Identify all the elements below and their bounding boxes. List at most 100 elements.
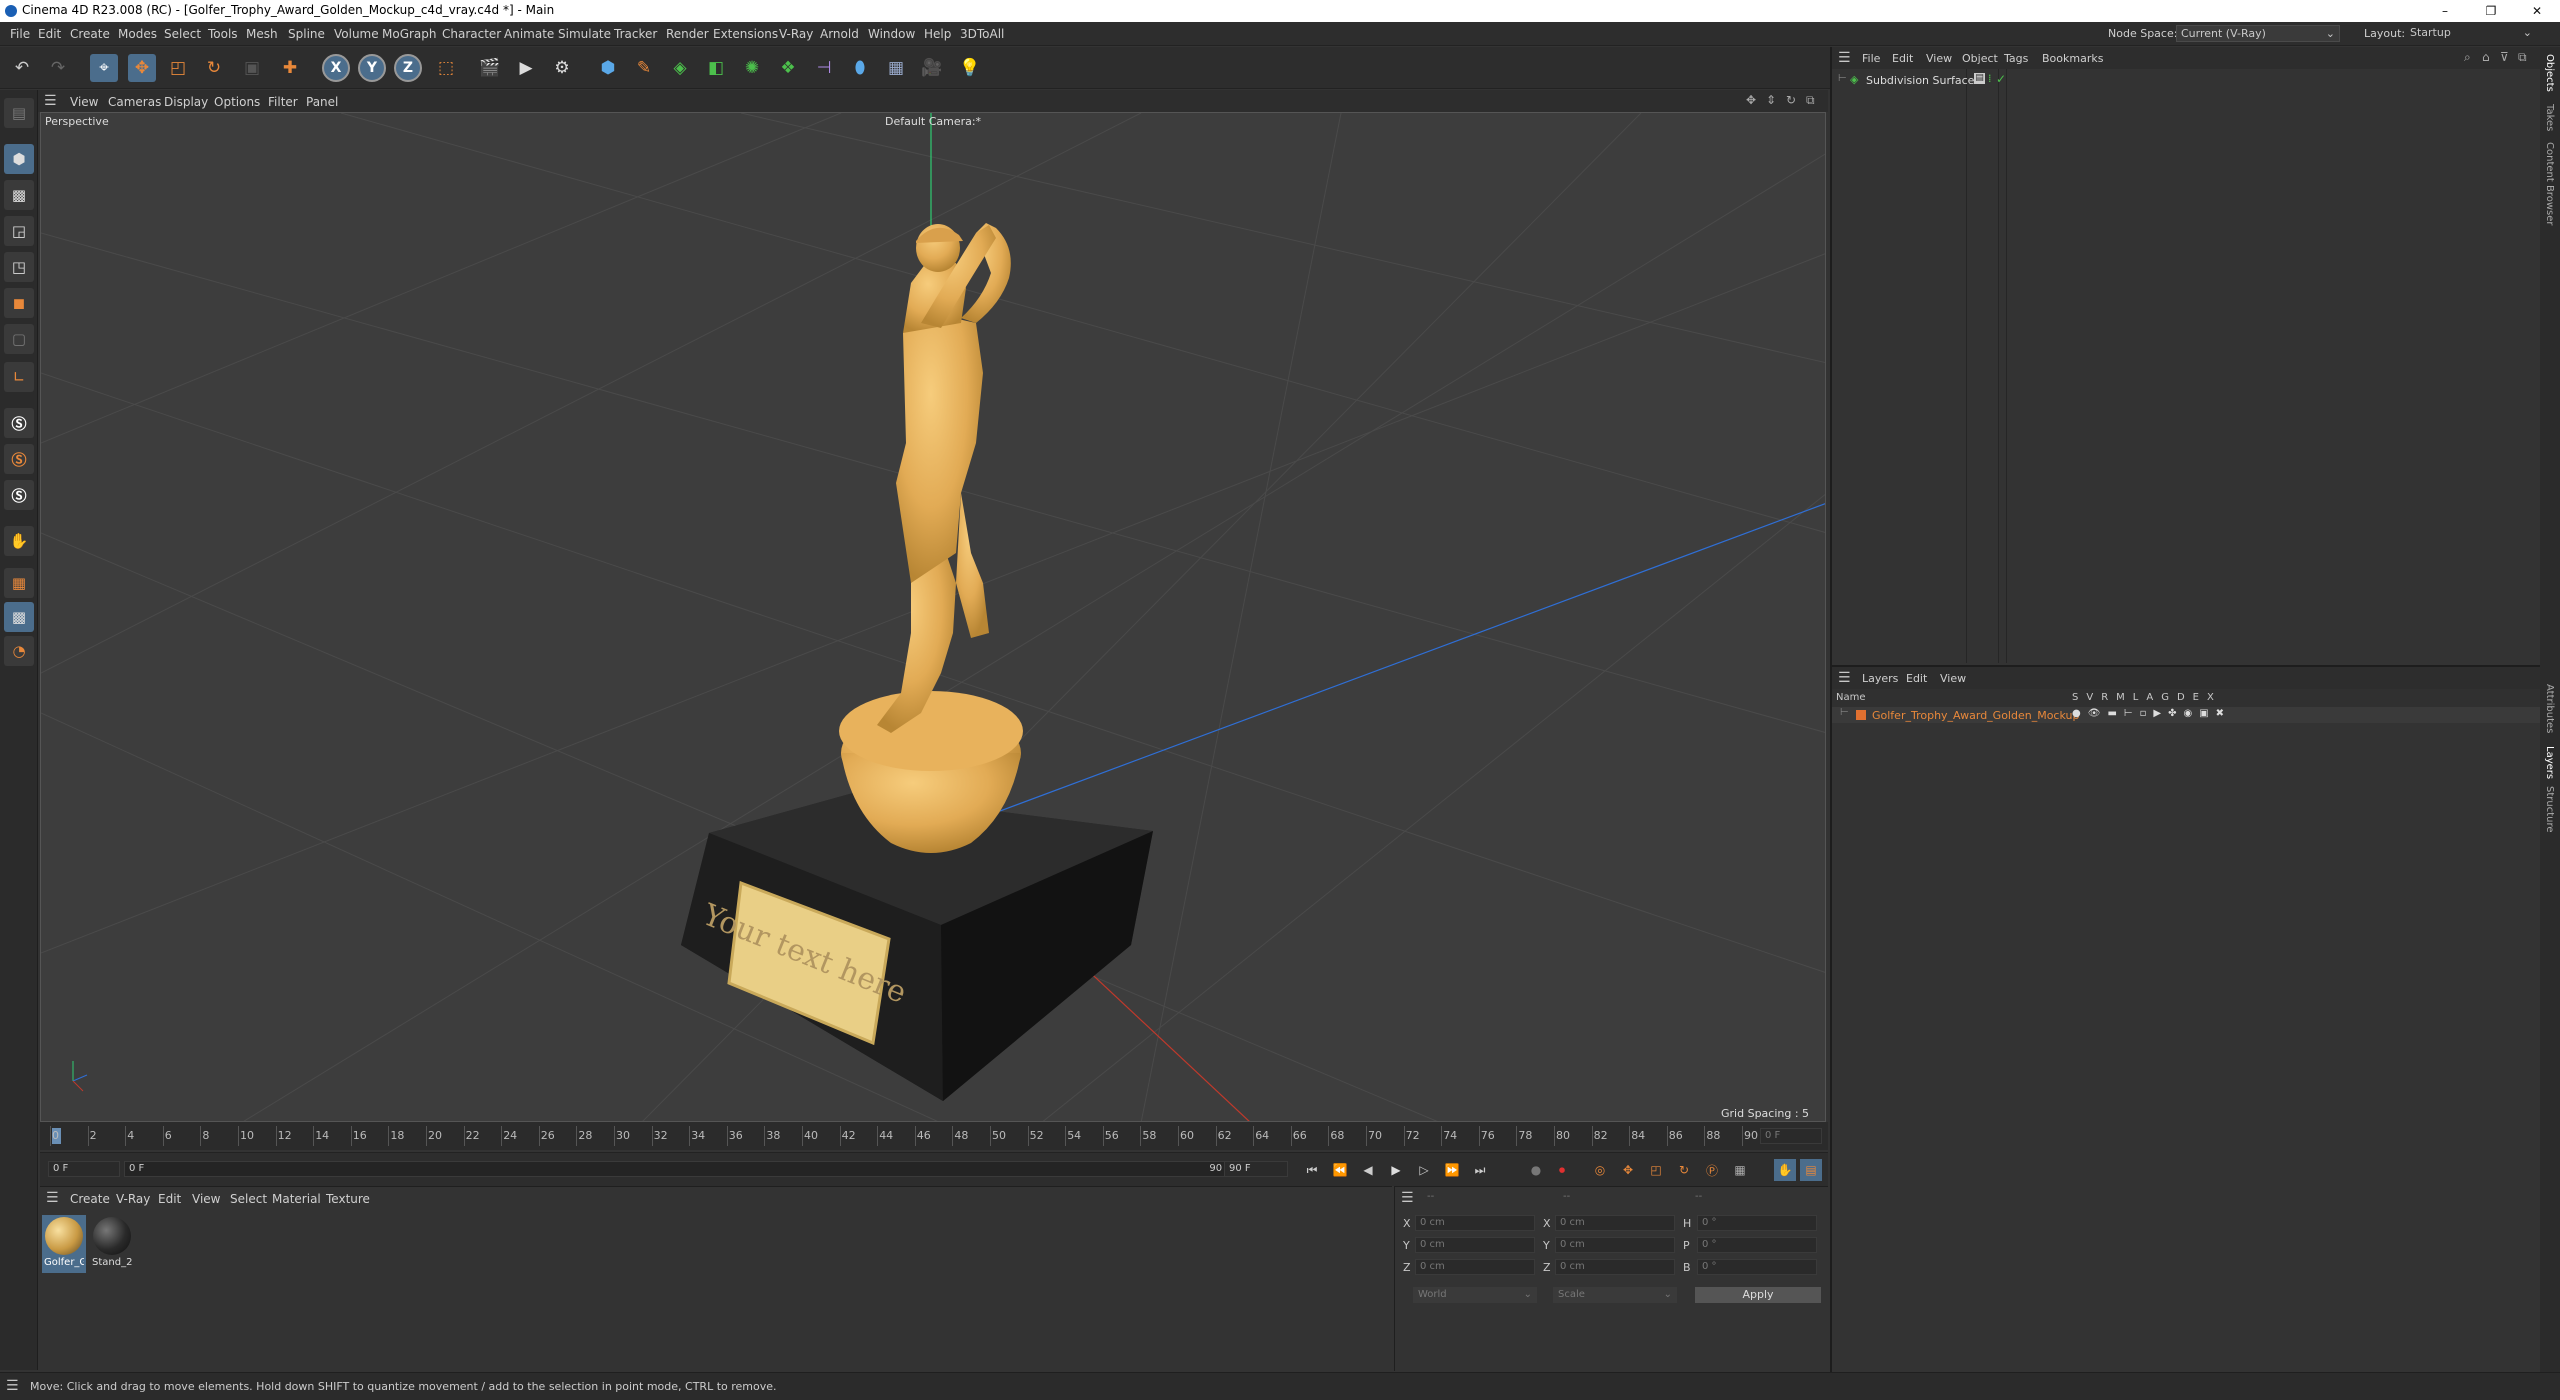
viewport-rotate-icon[interactable]: ↻ <box>1786 93 1796 107</box>
y-axis-lock-button[interactable]: Y <box>358 54 386 82</box>
deformer-icon[interactable]: ⊣ <box>810 54 838 82</box>
grid-icon[interactable]: ▦ <box>4 568 34 598</box>
hamburger-icon[interactable]: ☰ <box>1401 1190 1414 1206</box>
z-axis-lock-button[interactable]: Z <box>394 54 422 82</box>
rot-p-field[interactable]: 0 ° <box>1697 1237 1817 1253</box>
pos-y-field[interactable]: 0 cm <box>1415 1237 1535 1253</box>
3d-viewport[interactable]: Your text here Perspective Default Camer… <box>40 112 1826 1122</box>
eye-icon[interactable]: 👁 <box>2088 708 2101 719</box>
menu-animate[interactable]: Animate <box>504 27 554 41</box>
menu-tools[interactable]: Tools <box>208 27 238 41</box>
layer-tag-icon[interactable]: ▤ <box>1974 73 1985 84</box>
xref-icon[interactable]: ✖ <box>2216 708 2224 719</box>
camera-icon[interactable]: 🎥 <box>918 54 946 82</box>
menu-mesh[interactable]: Mesh <box>246 27 278 41</box>
object-menu-view[interactable]: View <box>1926 52 1952 65</box>
hamburger-icon[interactable]: ☰ <box>1838 50 1851 66</box>
enabled-check-icon[interactable]: ✓ <box>1996 72 2006 86</box>
tab-objects[interactable]: Objects <box>2544 54 2555 92</box>
viewport-maximize-icon[interactable]: ⧉ <box>1806 93 1815 108</box>
object-menu-object[interactable]: Object <box>1962 52 1998 65</box>
coordinate-system-icon[interactable]: ⬚ <box>432 54 460 82</box>
menu-help[interactable]: Help <box>924 27 951 41</box>
size-x-field[interactable]: 0 cm <box>1555 1215 1675 1231</box>
menu-render[interactable]: Render <box>666 27 709 41</box>
add-icon[interactable]: ✚ <box>276 54 304 82</box>
viewport-camera-label[interactable]: Default Camera:* <box>885 115 981 128</box>
key-pla-icon[interactable]: ▦ <box>1730 1161 1750 1179</box>
hamburger-icon[interactable]: ☰ <box>6 1378 19 1394</box>
key-rotation-icon[interactable]: ↻ <box>1674 1161 1694 1179</box>
go-to-start-icon[interactable]: ⏮ <box>1302 1161 1322 1179</box>
edges-mode-icon[interactable]: ◳ <box>4 252 34 282</box>
rot-h-field[interactable]: 0 ° <box>1697 1215 1817 1231</box>
key-scale-icon[interactable]: ◰ <box>1646 1161 1666 1179</box>
search-icon[interactable]: ⌕ <box>2464 50 2471 65</box>
solo-dot-icon[interactable]: ● <box>2072 708 2081 719</box>
motion-system-icon[interactable]: ✋ <box>1774 1159 1796 1181</box>
render-region-icon[interactable]: 🎬 <box>476 54 504 82</box>
menu-3dtoall[interactable]: 3DToAll <box>960 27 1004 41</box>
menu-extensions[interactable]: Extensions <box>713 27 778 41</box>
render-view-icon[interactable]: ▶ <box>512 54 540 82</box>
pos-x-field[interactable]: 0 cm <box>1415 1215 1535 1231</box>
key-position-icon[interactable]: ✥ <box>1618 1161 1638 1179</box>
layer-color-swatch[interactable] <box>1856 710 1866 720</box>
material-menu-create[interactable]: Create <box>70 1192 110 1206</box>
material-menu-view[interactable]: View <box>192 1192 220 1206</box>
apply-button[interactable]: Apply <box>1695 1287 1821 1303</box>
timeline-window-icon[interactable]: ▤ <box>1800 1159 1822 1181</box>
size-z-field[interactable]: 0 cm <box>1555 1259 1675 1275</box>
material-swatch-stand[interactable]: Stand_2 <box>90 1215 134 1273</box>
mograph-icon[interactable]: ❖ <box>774 54 802 82</box>
hamburger-icon[interactable]: ☰ <box>1838 670 1851 686</box>
menu-edit[interactable]: Edit <box>38 27 61 41</box>
menu-vray[interactable]: V-Ray <box>779 27 813 41</box>
start-frame-field[interactable]: 0 F <box>48 1161 120 1177</box>
weight-icon[interactable]: ◔ <box>4 636 34 666</box>
scale-tool-icon[interactable]: ◰ <box>164 54 192 82</box>
viewport-menu-filter[interactable]: Filter <box>268 95 298 109</box>
maximize-button[interactable]: ❐ <box>2468 0 2514 22</box>
object-menu-edit[interactable]: Edit <box>1892 52 1913 65</box>
snap-icon[interactable]: Ⓢ <box>4 408 34 438</box>
filter-icon[interactable]: ⊽ <box>2500 50 2509 64</box>
viewport-menu-panel[interactable]: Panel <box>306 95 338 109</box>
cloner-icon[interactable]: ✺ <box>738 54 766 82</box>
new-window-icon[interactable]: ⧉ <box>2518 50 2527 65</box>
quantize-icon[interactable]: Ⓢ <box>4 480 34 510</box>
material-swatch-golfer[interactable]: Golfer_G <box>42 1215 86 1273</box>
lock-icon[interactable]: ▩ <box>4 602 34 632</box>
menu-character[interactable]: Character <box>442 27 501 41</box>
floor-icon[interactable]: ▦ <box>882 54 910 82</box>
field-icon[interactable]: ⬮ <box>846 54 874 82</box>
viewport-menu-view[interactable]: View <box>70 95 98 109</box>
animation-icon[interactable]: ▶ <box>2153 708 2161 719</box>
layer-menu-edit[interactable]: Edit <box>1906 672 1927 685</box>
tweak-icon[interactable]: ✋ <box>4 526 34 556</box>
menu-arnold[interactable]: Arnold <box>820 27 859 41</box>
render-icon[interactable]: ▬ <box>2107 708 2116 719</box>
render-settings-icon[interactable]: ⚙ <box>548 54 576 82</box>
pos-z-field[interactable]: 0 cm <box>1415 1259 1535 1275</box>
end-frame-field[interactable]: 90 F <box>1224 1161 1288 1177</box>
object-menu-tags[interactable]: Tags <box>2004 52 2028 65</box>
live-select-icon[interactable]: ▣ <box>238 54 266 82</box>
menu-create[interactable]: Create <box>70 27 110 41</box>
size-mode-dropdown[interactable]: Scale ⌄ <box>1553 1287 1677 1303</box>
coordinate-mode-dropdown[interactable]: World ⌄ <box>1413 1287 1537 1303</box>
material-menu-material[interactable]: Material <box>272 1192 321 1206</box>
object-menu-file[interactable]: File <box>1862 52 1880 65</box>
menu-modes[interactable]: Modes <box>118 27 157 41</box>
model-mode-icon[interactable]: ⬢ <box>4 144 34 174</box>
make-editable-icon[interactable]: ▤ <box>4 98 34 128</box>
viewport-menu-options[interactable]: Options <box>214 95 260 109</box>
menu-spline[interactable]: Spline <box>288 27 325 41</box>
lock-icon[interactable]: ▫ <box>2140 708 2147 719</box>
current-frame-field[interactable]: 0 F <box>1760 1128 1822 1144</box>
tab-layers[interactable]: Layers <box>2544 746 2555 779</box>
menu-window[interactable]: Window <box>868 27 915 41</box>
redo-icon[interactable]: ↷ <box>44 54 72 82</box>
layer-row[interactable]: ⊢ Golfer_Trophy_Award_Golden_Mockup ● 👁 ▬ ⊢… <box>1832 707 2540 723</box>
move-tool-icon[interactable]: ✥ <box>128 54 156 82</box>
